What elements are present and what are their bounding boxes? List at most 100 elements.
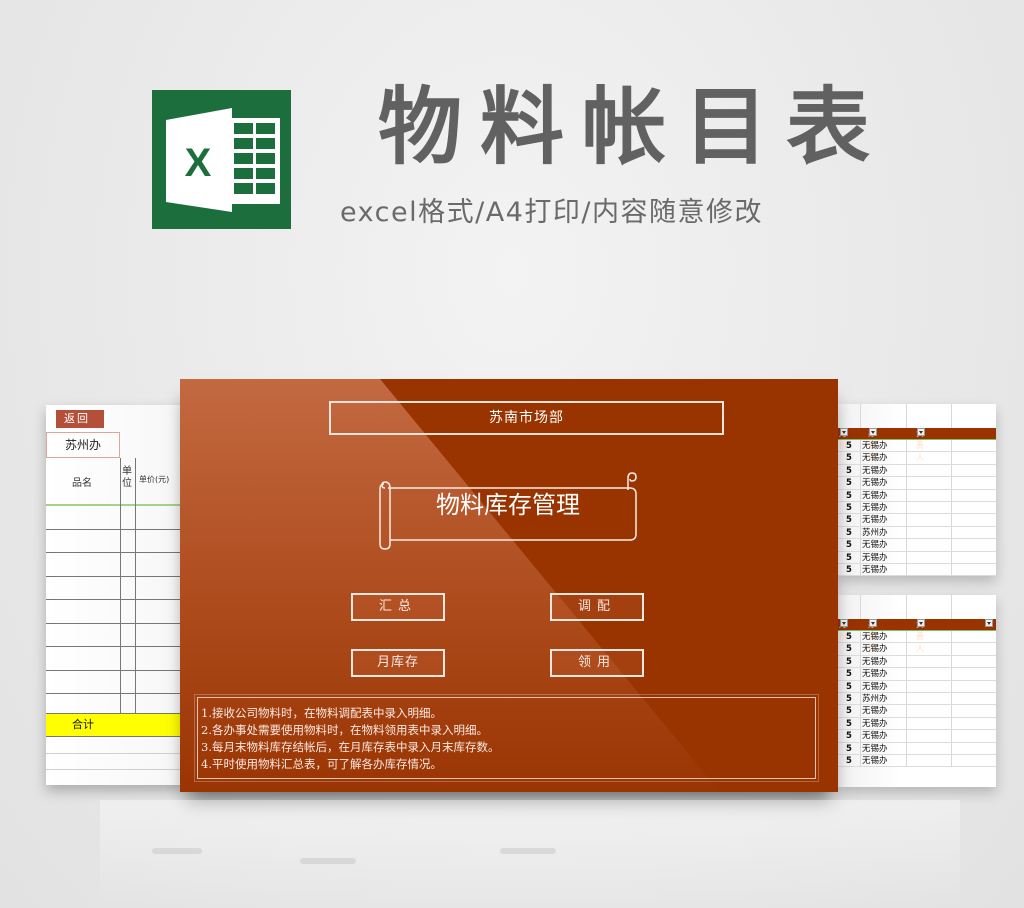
grid-col [860, 563, 861, 576]
grid-col [860, 440, 861, 452]
table-row: 5 无锡办 [838, 705, 996, 718]
month-cell: 5 [846, 632, 852, 642]
table-row [46, 647, 186, 671]
table-row: 5 无锡办 [838, 742, 996, 755]
office-cell: 无锡办 [862, 502, 888, 513]
sheet-rows: 5 无锡办 5 无锡办 5 无锡办 5 无锡办 5 无锡办 5 无锡办 5 无锡办 5 苏州办 5 无锡办 5 无锡办… [838, 440, 996, 577]
filter-dropdown-icon[interactable] [985, 619, 993, 627]
office-cell: 无锡办 [862, 465, 888, 476]
back-button[interactable]: 返回 [56, 410, 104, 428]
table-row: 5 无锡办 [838, 730, 996, 743]
grid-col [860, 680, 861, 692]
grid-col [906, 501, 907, 514]
reflection-blur [152, 848, 202, 854]
subtitle: excel格式/A4打印/内容随意修改 [340, 197, 763, 228]
reflection-blur [500, 848, 556, 854]
table-row: 5 无锡办 [838, 563, 996, 577]
left-grid: 品名 单位 单价(元) [46, 458, 186, 718]
filter-dropdown-icon[interactable] [840, 428, 848, 436]
grid-col [951, 754, 952, 767]
grid-col [951, 501, 952, 514]
grid-col [951, 514, 952, 526]
instructions-box: 1.接收公司物料时，在物料调配表中录入明细。 2.各办事处需要使用物料时，在物料… [194, 694, 819, 782]
instruction-line: 3.每月末物料库存结帐后，在月库存表中录入月末库存数。 [201, 740, 500, 754]
table-row: 5 无锡办 [838, 717, 996, 731]
table-row [46, 553, 186, 577]
grid-col [906, 730, 907, 742]
column-header-name: 品名 [72, 478, 92, 489]
grid-col [860, 404, 861, 428]
office-cell: 苏州办 [862, 527, 888, 538]
grid-col [951, 730, 952, 742]
instruction-line: 2.各办事处需要使用物料时，在物料领用表中录入明细。 [201, 723, 488, 737]
department-title: 苏南市场部 [329, 401, 724, 435]
grid-col [906, 705, 907, 717]
office-cell: 无锡办 [862, 669, 888, 680]
grid-col [906, 404, 907, 428]
main-dashboard-panel: 苏南市场部 物料库存管理 汇总 调配 月库存 领用 1.接收公司物料时，在物料调… [180, 379, 838, 792]
instruction-line: 4.平时使用物料汇总表，可了解各办库存情况。 [201, 757, 442, 771]
grid-col [860, 551, 861, 563]
column-divider [120, 458, 121, 730]
requisition-button[interactable]: 领用 [550, 649, 644, 677]
monthly-inventory-button[interactable]: 月库存 [351, 649, 445, 677]
grid-col [951, 489, 952, 501]
office-cell: 苏州办 [46, 432, 120, 458]
floor-reflection [100, 800, 960, 908]
right-sheet-preview-bottom: 月份 办事处 负责人 5无锡办5无锡办5无锡办5无锡办5无锡办5苏州办5无锡办5… [838, 595, 996, 787]
filter-dropdown-icon[interactable] [917, 619, 925, 627]
filter-dropdown-icon[interactable] [917, 428, 925, 436]
month-cell: 5 [846, 453, 852, 464]
month-cell: 5 [846, 552, 852, 563]
grid-col [951, 526, 952, 539]
sheet-rows: 5 无锡办 5 无锡办 5 无锡办 5 无锡办 5 无锡办 5 苏州办 5 无锡办 5 无锡办 5 无锡办 5 无锡办… [838, 631, 996, 768]
grid-col [906, 668, 907, 680]
office-cell: 无锡办 [862, 564, 888, 575]
office-cell: 无锡办 [862, 718, 888, 729]
month-cell: 5 [846, 441, 852, 451]
grid-col [906, 692, 907, 705]
month-cell: 5 [846, 478, 852, 489]
grid-col [906, 477, 907, 489]
grid-col [860, 730, 861, 742]
month-cell: 5 [846, 681, 852, 692]
allocation-button[interactable]: 调配 [550, 593, 644, 621]
excel-icon: X [152, 90, 291, 229]
office-cell: 无锡办 [862, 706, 888, 717]
grid-col [906, 526, 907, 539]
table-row: 5 无锡办 [838, 452, 996, 465]
month-cell: 5 [846, 755, 852, 766]
grid-col [906, 655, 907, 668]
table-row [46, 600, 186, 624]
month-cell: 5 [846, 644, 852, 655]
grid-col [860, 717, 861, 730]
sheet-blank-area [838, 404, 996, 428]
faint-gridline [46, 753, 186, 754]
month-cell: 5 [846, 502, 852, 513]
grid-col [906, 643, 907, 655]
grid-col [951, 563, 952, 576]
grid-col [906, 464, 907, 477]
filter-dropdown-icon[interactable] [869, 619, 877, 627]
grid-col [906, 440, 907, 452]
table-row [46, 671, 186, 694]
grid-col [906, 489, 907, 501]
grid-col [860, 514, 861, 526]
filter-dropdown-icon[interactable] [869, 428, 877, 436]
right-sheet-preview-top: 月份 办事处 负责人 5无锡办5无锡办5无锡办5无锡办5无锡办5无锡办5无锡办5… [838, 404, 996, 577]
grid-col [951, 643, 952, 655]
grid-col [860, 631, 861, 643]
summary-button[interactable]: 汇总 [351, 593, 445, 621]
filter-dropdown-icon[interactable] [840, 619, 848, 627]
grid-col [860, 539, 861, 551]
table-row: 5 无锡办 [838, 464, 996, 478]
table-row: 5 无锡办 [838, 489, 996, 502]
table-row: 5 无锡办 [838, 551, 996, 564]
total-label: 合计 [72, 718, 94, 731]
grid-col [951, 440, 952, 452]
grid-col [951, 452, 952, 464]
grid-col [951, 404, 952, 428]
table-row: 5 无锡办 [838, 440, 996, 453]
office-cell: 无锡办 [862, 632, 888, 642]
grid-col [906, 742, 907, 754]
